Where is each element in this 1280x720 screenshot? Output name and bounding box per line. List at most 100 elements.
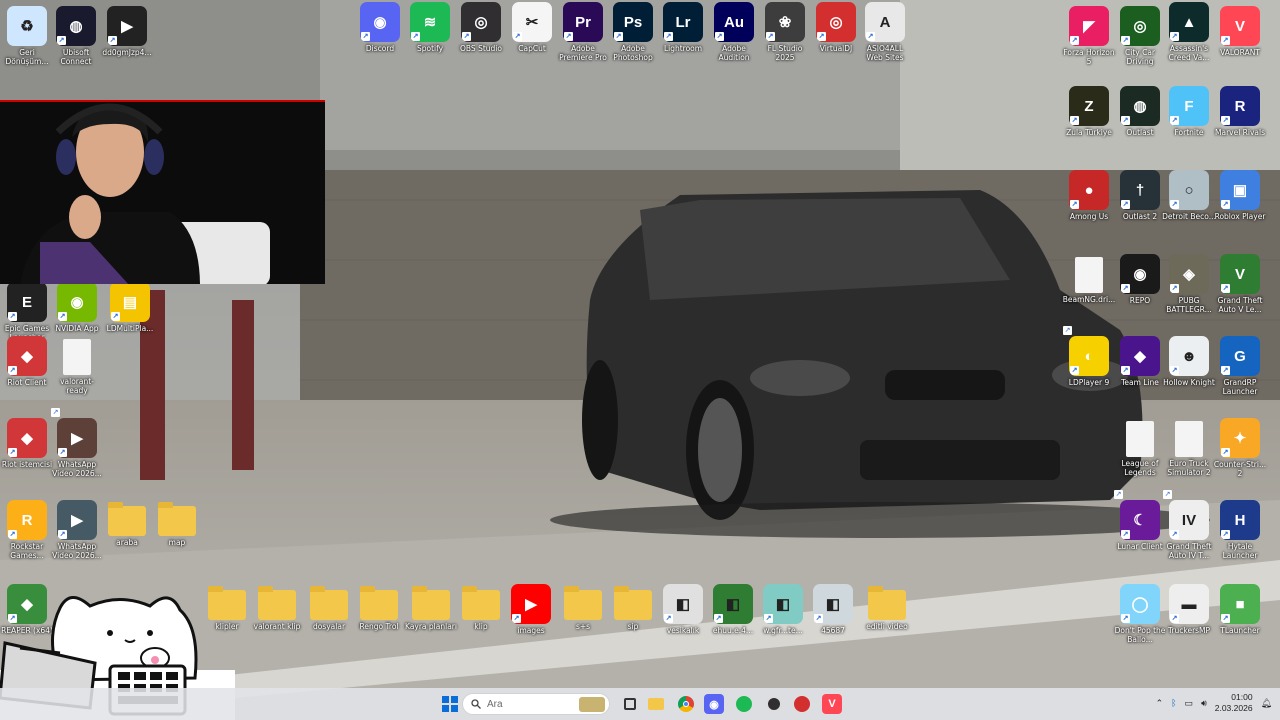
desktop-icon[interactable]: R ↗ Rockstar Games...	[0, 500, 54, 582]
desktop-icon[interactable]: ▲ ↗ Assassin's Creed Va...	[1162, 2, 1216, 84]
desktop-icon[interactable]: ■ ↗ TLauncher	[1213, 584, 1267, 666]
desktop-icon-label: PUBG BATTLEGR...	[1166, 296, 1212, 314]
desktop-icon[interactable]: ◧ ↗ w.gfr...te...	[756, 584, 810, 666]
shortcut-arrow-icon: ↗	[1170, 32, 1179, 41]
desktop-icon[interactable]: ◆ ↗ Riot Client	[0, 336, 54, 418]
desktop-icon[interactable]: ▬ ↗ TruckersMP	[1162, 584, 1216, 666]
desktop-icon[interactable]: Pr ↗ Adobe Premiere Pro	[556, 2, 610, 84]
desktop-icon[interactable]: † ↗ Outlast 2	[1113, 170, 1167, 252]
desktop-icon[interactable]: ▤ ↗ LDMultiPla...	[103, 282, 157, 364]
desktop-icon[interactable]: ◈ ↗ PUBG BATTLEGR...	[1162, 254, 1216, 336]
desktop-icon[interactable]: ↗ valorant-ready	[50, 336, 104, 418]
task-view-icon[interactable]	[620, 694, 640, 714]
desktop-icon[interactable]: sip	[606, 584, 660, 666]
desktop-icon[interactable]: araba	[100, 500, 154, 582]
desktop-icon[interactable]: ◍ ↗ Ubisoft Connect	[49, 6, 103, 88]
desktop-icon[interactable]: ◎ ↗ City Car Driving	[1113, 6, 1167, 88]
desktop-icon[interactable]: ◆ ↗ Team Line	[1113, 336, 1167, 418]
desktop-icon[interactable]: ♻ Geri Dönüşüm...	[0, 6, 54, 88]
desktop-icon[interactable]: ▶ ↗ dd0gmJzp4...	[100, 6, 154, 88]
desktop-icon[interactable]: ✦ ↗ Counter-Stri... 2	[1213, 418, 1267, 500]
desktop-icon[interactable]: A ↗ ASIO4ALL Web Sites	[858, 2, 912, 84]
ubisoft-icon: ◍ ↗	[56, 6, 96, 46]
desktop-icon[interactable]: s+s	[556, 584, 610, 666]
desktop-icon[interactable]: ○ ↗ Detroit Beco...	[1162, 170, 1216, 252]
desktop-icon[interactable]: V ↗ VALORANT	[1213, 6, 1267, 88]
audition-icon: Au ↗	[714, 2, 754, 42]
desktop-icon[interactable]: ↗ Euro Truck Simulator 2	[1162, 418, 1216, 500]
desktop-icon[interactable]: ▶ ↗ WhatsApp Video 2026...	[50, 418, 104, 500]
shortcut-arrow-icon: ↗	[764, 614, 773, 623]
desktop-icon[interactable]: ◤ ↗ Forza Horizon 5	[1062, 6, 1116, 88]
clock[interactable]: 01:00 2.03.2026	[1215, 692, 1253, 714]
desktop-icon[interactable]: klip	[454, 584, 508, 666]
bluetooth-icon[interactable]: ᛒ	[1171, 698, 1176, 708]
notification-icon[interactable]: 🔔︎	[1261, 698, 1272, 709]
desktop-icon[interactable]: IV ↗ Grand Theft Auto IV T...	[1162, 500, 1216, 582]
valorant-taskbar-icon[interactable]: V	[822, 694, 842, 714]
desktop-icon[interactable]: ◆ ↗ Riot istemcisi	[0, 418, 54, 500]
desktop-icon-label: Riot Client	[7, 378, 47, 387]
desktop-icon[interactable]: G ↗ GrandRP Launcher	[1213, 336, 1267, 418]
desktop-icon[interactable]: Rengo Trol	[352, 584, 406, 666]
desktop-icon[interactable]: map	[150, 500, 204, 582]
desktop-icon[interactable]: ◎ ↗ VirtualDJ	[809, 2, 863, 84]
file-explorer-icon[interactable]	[646, 694, 666, 714]
desktop-icon[interactable]: ◧ ↗ vesikalık	[656, 584, 710, 666]
desktop-icon[interactable]: V ↗ Grand Theft Auto V Le...	[1213, 254, 1267, 336]
virtualdj-icon: ◎ ↗	[816, 2, 856, 42]
desktop-icon[interactable]: Kayra planları	[404, 584, 458, 666]
desktop-icon[interactable]: ◉ ↗ Discord	[353, 2, 407, 84]
desktop-icon[interactable]: H ↗ Hytale Launcher	[1213, 500, 1267, 582]
desktop-icon[interactable]: ◎ ↗ OBS Studio	[454, 2, 508, 84]
shortcut-arrow-icon: ↗	[1221, 448, 1230, 457]
desktop-icon[interactable]: ❀ ↗ FL Studio 2025	[758, 2, 812, 84]
desktop-icon[interactable]: ◧ ↗ 45687	[806, 584, 860, 666]
desktop-icon[interactable]: ▣ ↗ Roblox Player	[1213, 170, 1267, 252]
desktop-icon[interactable]: ≋ ↗ Spotify	[403, 2, 457, 84]
shortcut-arrow-icon: ↗	[411, 32, 420, 41]
desktop-icon[interactable]: ◍ ↗ Outlast	[1113, 86, 1167, 168]
desktop-icon-label: LDMultiPla...	[106, 324, 154, 333]
desktop-icon-label: Riot istemcisi	[1, 460, 53, 469]
folder-icon	[108, 502, 146, 536]
desktop-icon[interactable]: ☾ ↗ Lunar Client	[1113, 500, 1167, 582]
discord-taskbar-icon[interactable]: ◉	[704, 694, 724, 714]
desktop-icon[interactable]: ✂ ↗ CapCut	[505, 2, 559, 84]
obs-taskbar-icon[interactable]	[764, 694, 784, 714]
desktop-icon[interactable]: dosyalar	[302, 584, 356, 666]
desktop-icon[interactable]: Z ↗ Zula Türkiye	[1062, 86, 1116, 168]
taskbar-search-box[interactable]: Ara	[462, 693, 610, 715]
desktop-icon[interactable]: ↗ BeamNG.dri...	[1062, 254, 1116, 336]
recorder-taskbar-icon[interactable]	[792, 694, 812, 714]
folder-icon	[564, 586, 602, 620]
desktop-icon[interactable]: Ps ↗ Adobe Photoshop	[606, 2, 660, 84]
desktop-icon[interactable]: Lr ↗ Lightroom	[656, 2, 710, 84]
desktop-icon[interactable]: F ↗ Fortnite	[1162, 86, 1216, 168]
file-icon: ↗	[1063, 257, 1103, 335]
lightroom-icon: Lr ↗	[663, 2, 703, 42]
desktop-icon[interactable]: ▶ ↗ WhatsApp Video 2026...	[50, 500, 104, 582]
ldplayer-icon: ◐ ↗	[1069, 336, 1109, 376]
desktop-icon[interactable]: ◐ ↗ LDPlayer 9	[1062, 336, 1116, 418]
network-icon[interactable]: ▭	[1185, 698, 1194, 709]
desktop-icon[interactable]: ◉ ↗ REPO	[1113, 254, 1167, 336]
desktop-icon-label: Hollow Knight	[1163, 378, 1215, 387]
desktop-icon[interactable]: ◯ ↗ Don't Pop the Ballo...	[1113, 584, 1167, 666]
desktop-icon[interactable]: editli video	[860, 584, 914, 666]
desktop-icon[interactable]: R ↗ Marvel Rivals	[1213, 86, 1267, 168]
shortcut-arrow-icon: ↗	[1070, 36, 1079, 45]
desktop-icon[interactable]: ● ↗ Among Us	[1062, 170, 1116, 252]
spotify-taskbar-icon[interactable]	[734, 694, 754, 714]
desktop-icon[interactable]: Au ↗ Adobe Audition	[707, 2, 761, 84]
desktop-icon[interactable]: ▶ ↗ images	[504, 584, 558, 666]
chevron-up-icon[interactable]: ⌃	[1156, 698, 1164, 709]
desktop-icon[interactable]: ☻ ↗ Hollow Knight	[1162, 336, 1216, 418]
volume-icon[interactable]: 🔊︎	[1201, 698, 1207, 709]
chrome-icon[interactable]	[676, 694, 696, 714]
start-button[interactable]	[440, 694, 460, 714]
desktop-icon[interactable]: ◧ ↗ ehuu.e.4...	[706, 584, 760, 666]
desktop-icon[interactable]: valorant klip	[250, 584, 304, 666]
desktop-icon-label: vesikalık	[666, 626, 700, 635]
desktop-icon[interactable]: ↗ League of Legends	[1113, 418, 1167, 500]
